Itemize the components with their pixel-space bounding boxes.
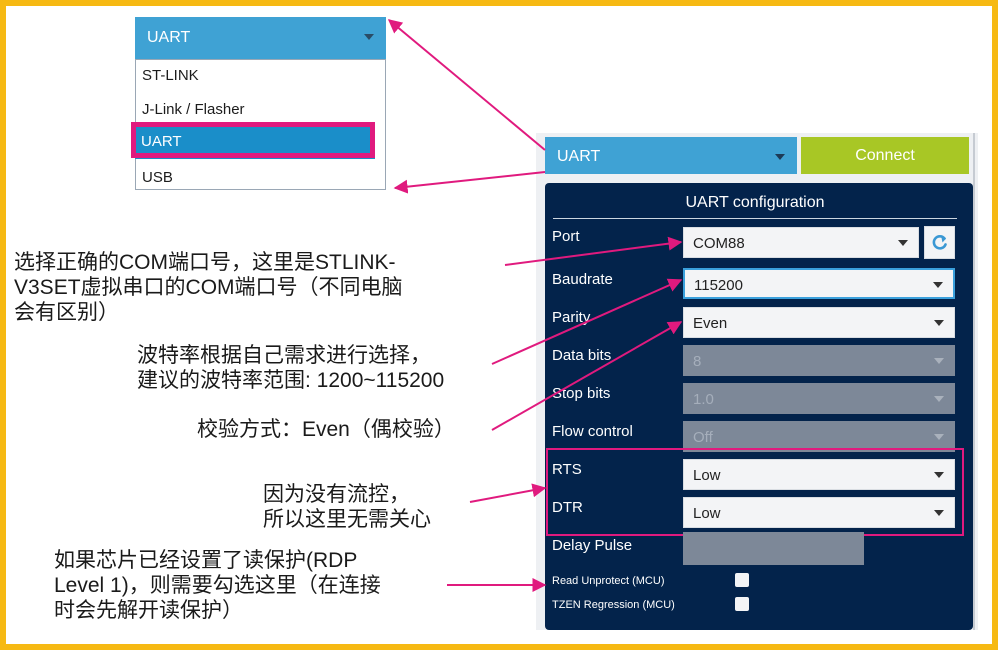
parity-annotation: 校验方式：Even（偶校验） xyxy=(197,418,455,441)
delay-pulse-input xyxy=(683,532,864,565)
interface-dropdown-header[interactable]: UART xyxy=(135,17,386,59)
chevron-down-icon xyxy=(934,396,944,402)
flow-control-label: Flow control xyxy=(552,423,633,440)
chevron-down-icon xyxy=(934,434,944,440)
port-value: COM88 xyxy=(693,235,745,252)
chevron-down-icon xyxy=(934,358,944,364)
port-annotation: 选择正确的COM端口号，这里是STLINK- V3SET虚拟串口的COM端口号（… xyxy=(14,251,403,324)
chevron-down-icon xyxy=(775,154,785,160)
tzen-regression-label: TZEN Regression (MCU) xyxy=(552,599,675,611)
stop-bits-select: 1.0 xyxy=(683,383,955,414)
baudrate-annotation: 波特率根据自己需求进行选择， 建议的波特率范围: 1200~115200 xyxy=(137,344,445,392)
parity-value: Even xyxy=(693,315,728,332)
title-underline xyxy=(553,218,957,219)
interface-dropdown-value: UART xyxy=(147,29,191,46)
rts-dtr-highlight xyxy=(546,448,964,536)
data-bits-label: Data bits xyxy=(552,347,612,364)
stop-bits-value: 1.0 xyxy=(693,391,714,408)
port-label: Port xyxy=(552,228,580,245)
read-unprotect-checkbox[interactable] xyxy=(735,573,749,587)
chevron-down-icon xyxy=(898,240,908,246)
parity-select[interactable]: Even xyxy=(683,307,955,338)
chevron-down-icon xyxy=(364,34,374,40)
rdp-annotation: 如果芯片已经设置了读保护(RDP Level 1)，则需要勾选这里（在连接 时会… xyxy=(54,549,381,622)
dropdown-option-usb[interactable]: USB xyxy=(142,169,173,186)
delay-pulse-label: Delay Pulse xyxy=(552,537,633,554)
read-unprotect-label: Read Unprotect (MCU) xyxy=(552,575,665,587)
chevron-down-icon xyxy=(933,282,943,288)
flow-annotation: 因为没有流控， 所以这里无需关心 xyxy=(263,483,431,531)
panel-divider xyxy=(973,133,975,630)
chevron-down-icon xyxy=(934,320,944,326)
port-select[interactable]: COM88 xyxy=(683,227,919,258)
baudrate-label: Baudrate xyxy=(552,271,613,288)
baudrate-select[interactable]: 115200 xyxy=(683,268,955,299)
selected-option-highlight xyxy=(131,122,375,158)
refresh-ports-button[interactable] xyxy=(924,226,955,259)
tzen-regression-checkbox[interactable] xyxy=(735,597,749,611)
flow-control-value: Off xyxy=(693,429,713,446)
uart-config-title: UART configuration xyxy=(685,194,825,211)
parity-label: Parity xyxy=(552,309,591,326)
data-bits-value: 8 xyxy=(693,353,702,370)
baudrate-value: 115200 xyxy=(694,277,743,294)
stop-bits-label: Stop bits xyxy=(552,385,611,402)
interface-select-value: UART xyxy=(557,148,601,165)
refresh-icon xyxy=(932,235,947,250)
interface-select[interactable]: UART xyxy=(545,137,797,174)
dropdown-option-stlink[interactable]: ST-LINK xyxy=(142,67,199,84)
dropdown-option-jlink[interactable]: J-Link / Flasher xyxy=(142,101,245,118)
data-bits-select: 8 xyxy=(683,345,955,376)
connect-button[interactable]: Connect xyxy=(801,137,969,174)
